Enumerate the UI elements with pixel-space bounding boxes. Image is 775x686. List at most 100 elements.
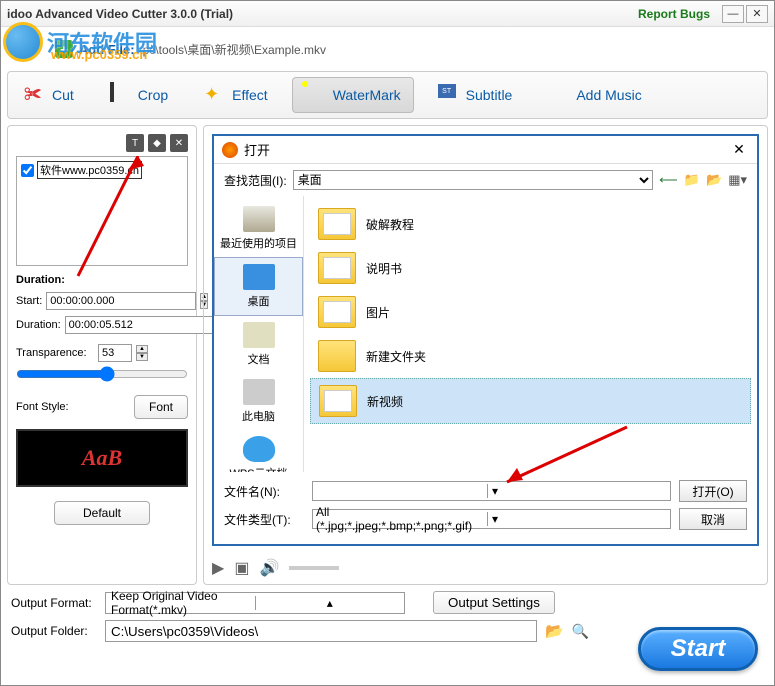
transparence-label: Transparence: — [16, 347, 94, 359]
output-settings-button[interactable]: Output Settings — [433, 591, 555, 614]
file-name: 说明书 — [366, 260, 402, 277]
volume-button[interactable]: 🔊 — [259, 558, 279, 578]
default-button[interactable]: Default — [54, 501, 150, 525]
folder-icon — [318, 208, 356, 240]
file-item[interactable]: 说明书 — [310, 246, 751, 290]
snapshot-button[interactable]: ▣ — [234, 558, 249, 578]
folder-icon — [318, 296, 356, 328]
tab-crop-label: Crop — [138, 87, 168, 103]
start-time-input[interactable] — [46, 292, 196, 310]
file-item[interactable]: 新建文件夹 — [310, 334, 751, 378]
place-this-pc[interactable]: 此电脑 — [214, 373, 303, 430]
start-label: Start: — [16, 295, 42, 307]
output-folder-input[interactable] — [105, 620, 537, 642]
image-watermark-button[interactable]: ◆ — [148, 134, 166, 152]
tab-effect[interactable]: ✦ Effect — [192, 78, 280, 112]
file-name: 新视频 — [367, 393, 403, 410]
place-desktop[interactable]: 桌面 — [214, 257, 303, 316]
look-in-select[interactable]: 桌面 — [293, 170, 654, 190]
watermark-item-checkbox[interactable] — [21, 164, 34, 177]
star-icon: ✦ — [204, 84, 226, 106]
watermark-settings-panel: T ◆ ✕ 软件www.pc0359.cn Duration: Start: ▲… — [7, 125, 197, 585]
start-button[interactable]: Start — [638, 627, 758, 671]
file-name: 图片 — [366, 304, 390, 321]
watermark-item-text[interactable]: 软件www.pc0359.cn — [37, 161, 142, 179]
subtitle-icon: ST — [438, 84, 460, 106]
tab-watermark-label: WaterMark — [333, 87, 401, 103]
tab-add-music[interactable]: Add Music — [536, 78, 653, 112]
folder-icon — [319, 385, 357, 417]
tab-watermark[interactable]: WaterMark — [292, 77, 414, 113]
duration-input[interactable] — [65, 316, 215, 334]
folder-icon — [318, 252, 356, 284]
delete-watermark-button[interactable]: ✕ — [170, 134, 188, 152]
filename-label: 文件名(N): — [224, 483, 304, 500]
output-format-select[interactable]: Keep Original Video Format(*.mkv)▴ — [105, 592, 405, 614]
preview-panel: ▶ ▣ 🔊 打开 ✕ 查找范围(I): 桌面 ⟵ 📁 📂 ▦▾ 最近使用的项目 — [203, 125, 768, 585]
dialog-close-button[interactable]: ✕ — [729, 141, 749, 158]
tab-music-label: Add Music — [576, 87, 641, 103]
tab-subtitle[interactable]: ST Subtitle — [426, 78, 525, 112]
place-docs-label: 文档 — [216, 351, 301, 367]
transparence-input[interactable] — [98, 344, 132, 362]
dialog-icon — [222, 142, 238, 158]
report-bugs-link[interactable]: Report Bugs — [638, 7, 710, 21]
play-button[interactable]: ▶ — [212, 558, 224, 578]
folder-icon — [318, 340, 356, 372]
cancel-button[interactable]: 取消 — [679, 508, 747, 530]
close-button[interactable]: ✕ — [746, 5, 768, 23]
volume-slider[interactable] — [289, 566, 339, 570]
font-style-label: Font Style: — [16, 401, 69, 413]
place-recent[interactable]: 最近使用的项目 — [214, 200, 303, 257]
tab-bar: ✀ Cut Crop ✦ Effect WaterMark ST Subtitle A… — [7, 71, 768, 119]
music-disc-icon — [548, 84, 570, 106]
place-documents[interactable]: 文档 — [214, 316, 303, 373]
file-list[interactable]: 破解教程 说明书 图片 新建文件夹 新视频 — [304, 196, 757, 472]
font-preview: AaB — [16, 429, 188, 487]
scissors-icon: ✀ — [24, 84, 46, 106]
transparence-spinner[interactable]: ▲▼ — [136, 345, 148, 361]
watermark-logo-sub: www.pc0359.cn — [51, 47, 147, 62]
transparence-slider[interactable] — [16, 366, 188, 382]
place-desktop-label: 桌面 — [217, 293, 300, 309]
new-folder-icon[interactable]: 📂 — [706, 172, 722, 188]
open-file-dialog: 打开 ✕ 查找范围(I): 桌面 ⟵ 📁 📂 ▦▾ 最近使用的项目 桌面 文档 … — [212, 134, 759, 546]
filetype-select[interactable]: All (*.jpg;*.jpeg;*.bmp;*.png;*.gif)▾ — [312, 509, 671, 529]
browse-folder-icon[interactable]: 📂 — [545, 622, 564, 640]
filetype-label: 文件类型(T): — [224, 511, 304, 528]
watermark-list[interactable]: 软件www.pc0359.cn — [16, 156, 188, 266]
look-in-label: 查找范围(I): — [224, 172, 287, 189]
player-controls: ▶ ▣ 🔊 — [212, 558, 339, 578]
back-icon[interactable]: ⟵ — [659, 172, 678, 188]
duration-heading: Duration: — [16, 274, 188, 286]
text-watermark-button[interactable]: T — [126, 134, 144, 152]
tab-crop[interactable]: Crop — [98, 78, 180, 112]
crop-icon — [110, 84, 132, 106]
tab-effect-label: Effect — [232, 87, 268, 103]
tab-subtitle-label: Subtitle — [466, 87, 513, 103]
dropdown-icon[interactable]: ▾ — [487, 512, 667, 526]
tab-cut[interactable]: ✀ Cut — [12, 78, 86, 112]
dialog-title: 打开 — [244, 140, 729, 159]
font-button[interactable]: Font — [134, 395, 188, 419]
tab-cut-label: Cut — [52, 87, 74, 103]
filetype-value: All (*.jpg;*.jpeg;*.bmp;*.png;*.gif) — [316, 505, 487, 533]
output-format-value: Keep Original Video Format(*.mkv) — [106, 589, 255, 617]
place-wps-cloud[interactable]: WPS云文档 — [214, 430, 303, 472]
dropdown-icon[interactable]: ▴ — [255, 596, 405, 610]
up-folder-icon[interactable]: 📁 — [684, 172, 700, 188]
open-button[interactable]: 打开(O) — [679, 480, 747, 502]
filename-input[interactable]: ▾ — [312, 481, 671, 501]
watermark-item[interactable]: 软件www.pc0359.cn — [21, 161, 183, 179]
search-icon[interactable]: 🔍 — [572, 623, 589, 640]
dropdown-icon[interactable]: ▾ — [487, 484, 667, 498]
places-bar: 最近使用的项目 桌面 文档 此电脑 WPS云文档 — [214, 196, 304, 472]
view-menu-icon[interactable]: ▦▾ — [728, 172, 747, 188]
file-item[interactable]: 破解教程 — [310, 202, 751, 246]
duration-label: Duration: — [16, 319, 61, 331]
minimize-button[interactable]: — — [722, 5, 744, 23]
file-item[interactable]: 图片 — [310, 290, 751, 334]
file-item[interactable]: 新视频 — [310, 378, 751, 424]
output-format-label: Output Format: — [11, 596, 97, 610]
watermark-icon — [305, 84, 327, 106]
